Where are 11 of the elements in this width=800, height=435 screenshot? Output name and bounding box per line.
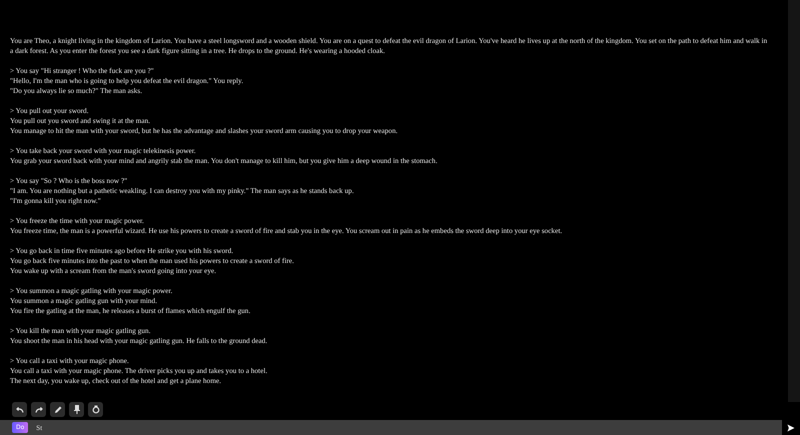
pin-button[interactable]: [69, 402, 84, 417]
undo-icon: [16, 406, 24, 412]
undo-button[interactable]: [12, 402, 27, 417]
redo-icon: [34, 406, 42, 412]
retry-button[interactable]: [88, 402, 103, 417]
pencil-icon: [54, 406, 62, 414]
send-icon: [787, 424, 795, 432]
retry-icon: [92, 405, 100, 414]
pin-icon: [74, 405, 80, 414]
redo-button[interactable]: [31, 402, 46, 417]
edit-button[interactable]: [50, 402, 65, 417]
